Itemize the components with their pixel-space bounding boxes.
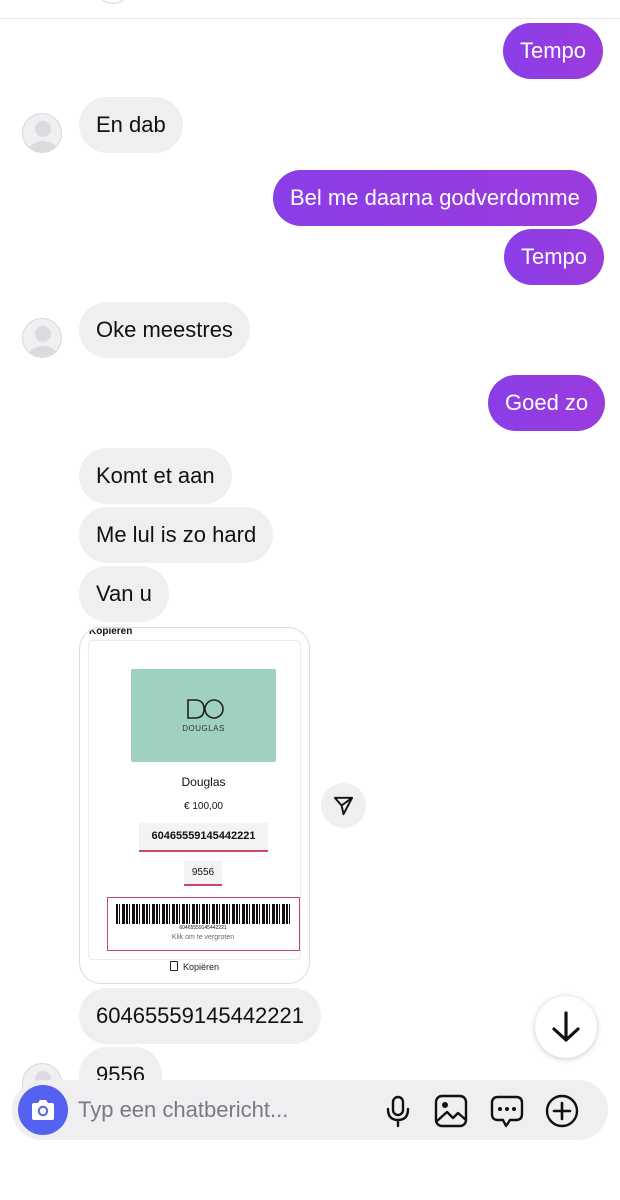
message-outgoing[interactable]: Tempo: [503, 23, 604, 79]
message-incoming[interactable]: Van u: [79, 566, 169, 622]
douglas-logo-icon: [187, 699, 224, 719]
card-top-label: Kopiëren: [89, 627, 133, 637]
top-divider: [0, 18, 620, 19]
message-outgoing[interactable]: Goed zo: [488, 375, 606, 431]
message-incoming[interactable]: Oke meestres: [79, 302, 250, 358]
avatar[interactable]: [22, 113, 62, 153]
avatar-partial: [96, 0, 130, 4]
quick-reply-button[interactable]: [490, 1094, 524, 1128]
microphone-button[interactable]: [381, 1094, 415, 1128]
message-outgoing[interactable]: Tempo: [504, 229, 605, 285]
add-button[interactable]: [545, 1094, 579, 1128]
share-button[interactable]: [321, 783, 366, 828]
message-incoming[interactable]: En dab: [79, 97, 183, 153]
scroll-to-bottom-button[interactable]: [535, 996, 597, 1058]
gift-card-logo-text: DOUGLAS: [182, 724, 225, 733]
person-silhouette-icon: [28, 326, 58, 357]
share-arrow-icon: [333, 796, 354, 816]
arrow-down-icon: [552, 1011, 580, 1042]
card-screenshot: DOUGLAS Douglas € 100,00 604655591454422…: [88, 640, 301, 960]
card-pin: 9556: [184, 861, 222, 886]
message-outgoing[interactable]: Bel me daarna godverdomme: [273, 170, 597, 226]
shared-giftcard-image[interactable]: Kopiëren DOUGLAS Douglas € 100,00 604655…: [79, 627, 310, 984]
microphone-icon: [386, 1095, 410, 1128]
gallery-button[interactable]: [434, 1094, 468, 1128]
camera-icon: [32, 1100, 54, 1120]
gift-card-graphic: DOUGLAS: [131, 669, 276, 762]
card-copy-row: Kopiëren: [80, 961, 309, 972]
card-number: 60465559145442221: [139, 823, 268, 852]
barcode-number: 60465559145442221: [179, 925, 227, 931]
camera-button[interactable]: [18, 1085, 68, 1135]
card-amount: € 100,00: [184, 801, 223, 812]
clipboard-icon: [169, 961, 178, 971]
message-composer: [12, 1080, 608, 1140]
avatar[interactable]: [22, 318, 62, 358]
card-copy-label: Kopiëren: [182, 962, 220, 972]
person-silhouette-icon: [28, 121, 58, 152]
message-input[interactable]: [78, 1092, 368, 1128]
image-icon: [434, 1094, 468, 1128]
message-incoming[interactable]: Me lul is zo hard: [79, 507, 274, 563]
message-incoming[interactable]: 60465559145442221: [79, 988, 322, 1044]
chat-bubble-dots-icon: [490, 1095, 524, 1128]
card-brand-name: Douglas: [181, 775, 226, 789]
plus-circle-icon: [545, 1094, 579, 1128]
barcode-hint: Klik om te vergroten: [171, 934, 235, 941]
barcode-panel: 60465559145442221 Klik om te vergroten: [107, 897, 300, 951]
message-incoming[interactable]: Komt et aan: [79, 448, 232, 504]
barcode-graphic: [116, 904, 291, 924]
